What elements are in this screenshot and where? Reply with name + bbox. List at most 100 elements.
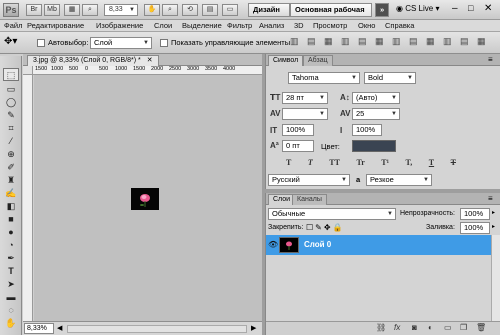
horizontal-scrollbar[interactable] <box>67 325 247 333</box>
character-panel-tabs: Символ Абзац ≡ <box>266 54 500 66</box>
layer-row[interactable]: 👁 Слой 0 <box>266 235 491 255</box>
view-extras-button[interactable]: ▦ <box>64 4 80 16</box>
font-size-field[interactable]: 28 пт ▼ <box>282 92 328 104</box>
minimize-button[interactable]: – <box>452 3 458 14</box>
character-panel: Символ Абзац ≡ Tahoma ▼ Bold ▼ 𝗧T 28 пт ▼ A… <box>265 54 500 189</box>
move-tool-preset-icon[interactable]: ✥▾ <box>4 36 17 47</box>
mini-bridge-button[interactable]: Mb <box>44 4 60 16</box>
vertical-scale-icon: IT <box>270 126 278 135</box>
clone-stamp-tool-icon[interactable]: ♜ <box>3 174 19 187</box>
panel-menu-icon[interactable]: ≡ <box>488 55 493 64</box>
eye-icon[interactable]: 👁 <box>268 240 278 249</box>
bridge-button[interactable]: Br <box>26 4 42 16</box>
more-workspaces-button[interactable]: » <box>375 3 389 17</box>
font-family-dropdown[interactable]: Tahoma ▼ <box>288 72 360 84</box>
zoom-level-field[interactable]: 8,33 ▼ <box>104 4 138 16</box>
link-layers-icon[interactable]: ⛓ <box>376 323 386 332</box>
strikethrough-button[interactable]: T <box>451 158 456 167</box>
blur-tool-icon[interactable]: ● <box>3 226 19 239</box>
horizontal-ruler[interactable]: 1500 1000 500 0 500 1000 1500 2000 2500 … <box>33 66 262 75</box>
document-tab[interactable]: 3.jpg @ 8,33% (Слой 0, RGB/8*) * ✕ <box>27 55 159 66</box>
layer-style-icon[interactable]: fx <box>394 323 400 332</box>
underline-button[interactable]: T <box>429 158 434 167</box>
text-color-swatch[interactable] <box>352 140 396 152</box>
language-dropdown[interactable]: Русский ▼ <box>268 174 350 186</box>
shape-tool-icon[interactable]: ▬ <box>3 291 19 304</box>
lasso-tool-icon[interactable]: ◯ <box>3 96 19 109</box>
zoom-field[interactable]: 8,33% <box>24 323 54 334</box>
maximize-button[interactable]: □ <box>468 3 473 13</box>
baseline-shift-field[interactable]: 0 пт <box>282 140 314 152</box>
path-selection-tool-icon[interactable]: ➤ <box>3 278 19 291</box>
opacity-field[interactable]: 100% <box>460 208 490 220</box>
gradient-tool-icon[interactable]: ■ <box>3 213 19 226</box>
kerning-field[interactable]: ▼ <box>282 108 328 120</box>
lock-buttons[interactable]: ☐✎✥🔒 <box>306 223 345 232</box>
new-group-icon[interactable]: ▭ <box>444 323 452 332</box>
move-tool-icon[interactable]: ⬚ <box>3 68 19 81</box>
autoselect-dropdown[interactable]: Слой ▼ <box>90 37 152 49</box>
horizontal-scale-field[interactable]: 100% <box>352 124 382 136</box>
screen-mode-icon[interactable]: ▭ <box>222 4 238 16</box>
cs-live-button[interactable]: ◉ CS Live ▾ <box>396 4 439 13</box>
rotate-view-icon[interactable]: ⟲ <box>182 4 198 16</box>
tab-layers[interactable]: Слои <box>268 194 296 205</box>
new-layer-icon[interactable]: ❐ <box>460 323 467 332</box>
subscript-button[interactable]: T, <box>406 158 413 167</box>
font-style-dropdown[interactable]: Bold ▼ <box>364 72 416 84</box>
crop-tool-icon[interactable]: ⌗ <box>3 122 19 135</box>
adjustment-layer-icon[interactable]: ◐ <box>428 323 433 332</box>
pen-tool-icon[interactable]: ✒ <box>3 252 19 265</box>
close-document-icon[interactable]: ✕ <box>147 57 153 64</box>
fill-field[interactable]: 100% <box>460 222 490 234</box>
history-brush-tool-icon[interactable]: ✍ <box>3 187 19 200</box>
workspace-main-button[interactable]: Основная рабочая среда <box>290 3 372 26</box>
tab-channels[interactable]: Каналы <box>292 194 327 205</box>
document-image[interactable] <box>131 188 159 210</box>
leading-field[interactable]: (Авто) ▼ <box>352 92 400 104</box>
marquee-tool-icon[interactable]: ▭ <box>3 83 19 96</box>
tracking-field[interactable]: 25 ▼ <box>352 108 400 120</box>
photoshop-logo: Ps <box>3 3 19 17</box>
status-scroll-left-icon[interactable]: ◀ <box>57 324 62 332</box>
quick-select-tool-icon[interactable]: ✎ <box>3 109 19 122</box>
show-transform-controls-checkbox[interactable] <box>160 38 168 47</box>
antialias-dropdown[interactable]: Резкое ▼ <box>366 174 432 186</box>
type-tool-icon[interactable]: T <box>3 265 19 278</box>
leading-icon: A↕ <box>340 93 350 102</box>
faux-italic-button[interactable]: T <box>308 158 313 167</box>
fill-arrow-icon[interactable]: ▸ <box>492 223 495 230</box>
dodge-tool-icon[interactable]: ◔ <box>3 239 19 252</box>
layers-scrollbar[interactable] <box>491 235 500 321</box>
blend-mode-dropdown[interactable]: Обычные ▼ <box>268 208 396 220</box>
all-caps-button[interactable]: TT <box>329 158 340 167</box>
faux-bold-button[interactable]: T <box>286 158 291 167</box>
small-caps-button[interactable]: Tr <box>356 158 364 167</box>
layers-panel-menu-icon[interactable]: ≡ <box>488 194 493 203</box>
layer-mask-icon[interactable]: ◙ <box>412 323 417 332</box>
workspace-design-button[interactable]: Дизайн <box>248 3 290 17</box>
align-buttons-group[interactable]: ▥ ▤ ▦ ▥ ▤ ▦ ▥ ▤ ▦ ▥ ▤ ▦ <box>290 36 489 47</box>
brush-tool-icon[interactable]: ✐ <box>3 161 19 174</box>
close-button[interactable]: ✕ <box>484 3 492 14</box>
tab-character[interactable]: Символ <box>268 55 304 66</box>
ruler-origin[interactable] <box>23 66 33 75</box>
eraser-tool-icon[interactable]: ◧ <box>3 200 19 213</box>
status-scroll-right-icon[interactable]: ▶ <box>251 324 256 332</box>
hand-tool-icon[interactable]: ✋ <box>3 317 19 330</box>
tab-paragraph[interactable]: Абзац <box>303 55 333 66</box>
opacity-arrow-icon[interactable]: ▸ <box>492 209 495 216</box>
zoom-level-icon[interactable]: ⌕ <box>82 4 98 16</box>
delete-layer-icon[interactable]: 🗑 <box>476 323 486 332</box>
healing-brush-tool-icon[interactable]: ⊕ <box>3 148 19 161</box>
zoom-tool-icon[interactable]: ⌕ <box>162 4 178 16</box>
autoselect-checkbox[interactable] <box>37 38 45 47</box>
3d-rotate-tool-icon[interactable]: ◌ <box>3 304 19 317</box>
layer-name[interactable]: Слой 0 <box>304 240 331 249</box>
eyedropper-tool-icon[interactable]: ⁄ <box>3 135 19 148</box>
superscript-button[interactable]: T¹ <box>381 158 389 167</box>
vertical-scale-field[interactable]: 100% <box>282 124 314 136</box>
arrange-documents-icon[interactable]: ▤ <box>202 4 218 16</box>
hand-tool-icon[interactable]: ✋ <box>144 4 160 16</box>
vertical-ruler[interactable] <box>23 75 33 321</box>
